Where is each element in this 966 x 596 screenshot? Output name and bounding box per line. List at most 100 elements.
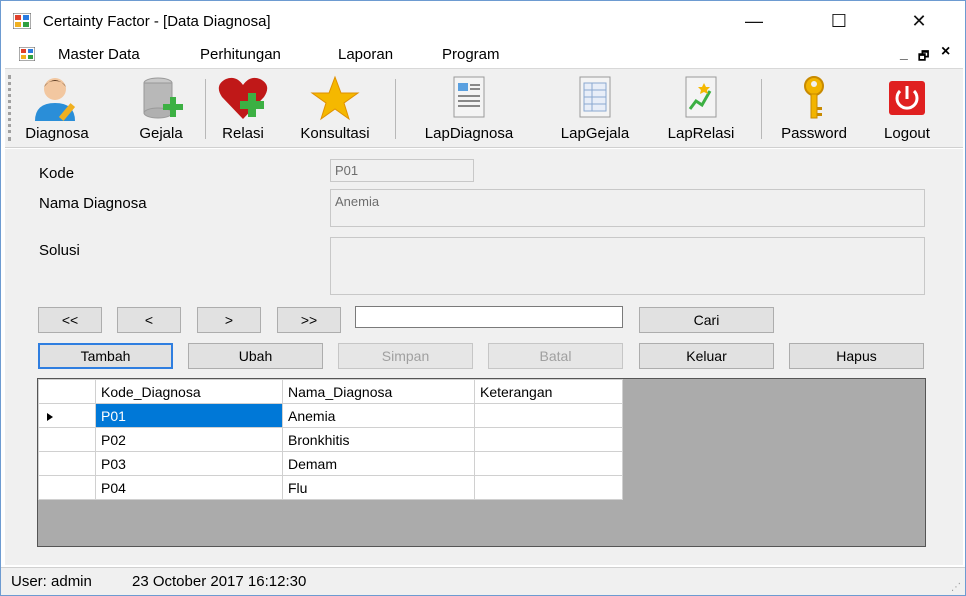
- report-icon: [453, 76, 485, 118]
- toolbar-diagnosa-label: Diagnosa: [25, 125, 89, 142]
- menu-master-data[interactable]: Master Data: [58, 46, 140, 63]
- toolbar-gejala-label: Gejala: [139, 125, 183, 142]
- key-icon: [804, 76, 824, 119]
- close-icon: ✕: [911, 11, 927, 31]
- minimize-icon: —: [745, 11, 763, 31]
- grid-cell-keterangan[interactable]: [474, 427, 623, 452]
- title-bar[interactable]: Certainty Factor - [Data Diagnosa] — ☐ ✕: [1, 1, 965, 43]
- solusi-label: Solusi: [39, 242, 80, 259]
- power-icon: [889, 81, 925, 115]
- status-user: User: admin: [11, 573, 92, 590]
- grid-cell-kode[interactable]: P03: [95, 451, 283, 476]
- status-datetime: 23 October 2017 16:12:30: [132, 573, 307, 590]
- minimize-button[interactable]: —: [731, 1, 777, 43]
- search-input[interactable]: [355, 306, 623, 328]
- mdi-restore-icon[interactable]: 🗗: [918, 47, 929, 68]
- ubah-button[interactable]: Ubah: [188, 343, 323, 369]
- menu-program[interactable]: Program: [442, 46, 500, 63]
- toolbar-relasi-button[interactable]: Relasi: [213, 75, 273, 145]
- mdi-close-icon[interactable]: ×: [941, 43, 950, 61]
- row-header[interactable]: [38, 403, 96, 428]
- grid-cell-nama[interactable]: Bronkhitis: [282, 427, 475, 452]
- grid-header-row: Kode_Diagnosa Nama_Diagnosa Keterangan: [38, 379, 623, 404]
- close-button[interactable]: ✕: [896, 1, 942, 43]
- chart-report-icon: [685, 76, 717, 118]
- grid-cell-nama[interactable]: Anemia: [282, 403, 475, 428]
- table-row[interactable]: P02 Bronkhitis: [38, 427, 623, 452]
- diagnosa-grid[interactable]: Kode_Diagnosa Nama_Diagnosa Keterangan P…: [37, 378, 926, 547]
- toolbar-lapgejala-button[interactable]: LapGejala: [545, 75, 645, 145]
- user-edit-icon: [35, 78, 76, 121]
- app-window-icon: [13, 13, 31, 29]
- resize-grip-icon[interactable]: ⋰: [951, 582, 961, 593]
- toolbar-laprelasi-button[interactable]: LapRelasi: [655, 75, 747, 145]
- grid-cell-keterangan[interactable]: [474, 475, 623, 500]
- nama-diagnosa-field[interactable]: Anemia: [330, 189, 925, 227]
- column-header-kode[interactable]: Kode_Diagnosa: [95, 379, 283, 404]
- first-record-button[interactable]: <<: [38, 307, 102, 333]
- tambah-button[interactable]: Tambah: [38, 343, 173, 369]
- toolbar-konsultasi-button[interactable]: Konsultasi: [287, 75, 383, 145]
- toolbar-lapdiagnosa-button[interactable]: LapDiagnosa: [405, 75, 533, 145]
- kode-field[interactable]: P01: [330, 159, 474, 182]
- prev-record-button[interactable]: <: [117, 307, 181, 333]
- grid-cell-keterangan[interactable]: [474, 451, 623, 476]
- last-record-button[interactable]: >>: [277, 307, 341, 333]
- toolbar-password-label: Password: [781, 125, 847, 142]
- toolbar-grip[interactable]: [8, 75, 11, 141]
- column-header-keterangan[interactable]: Keterangan: [474, 379, 623, 404]
- table-row[interactable]: P01 Anemia: [38, 403, 623, 428]
- grid-cell-nama[interactable]: Demam: [282, 451, 475, 476]
- table-row[interactable]: P04 Flu: [38, 475, 623, 500]
- toolbar-diagnosa-button[interactable]: Diagnosa: [25, 75, 89, 145]
- maximize-icon: ☐: [830, 11, 848, 31]
- grid-table: Kode_Diagnosa Nama_Diagnosa Keterangan P…: [38, 379, 623, 500]
- maximize-button[interactable]: ☐: [816, 1, 862, 43]
- app-window: Certainty Factor - [Data Diagnosa] — ☐ ✕…: [0, 0, 966, 596]
- menu-laporan[interactable]: Laporan: [338, 46, 393, 63]
- simpan-button[interactable]: Simpan: [338, 343, 473, 369]
- row-header-corner[interactable]: [38, 379, 96, 404]
- mdi-minimize-icon[interactable]: _: [900, 45, 908, 61]
- hapus-button[interactable]: Hapus: [789, 343, 924, 369]
- toolbar: Diagnosa Gejala Relasi Konsultasi LapDia…: [5, 68, 963, 148]
- diagnosa-form: Kode P01 Nama Diagnosa Anemia Solusi << …: [5, 149, 963, 565]
- toolbar-laprelasi-label: LapRelasi: [667, 125, 735, 142]
- status-bar: User: admin 23 October 2017 16:12:30 ⋰: [1, 567, 965, 595]
- toolbar-logout-label: Logout: [884, 125, 930, 142]
- kode-label: Kode: [39, 165, 75, 182]
- mdi-child-icon[interactable]: [19, 47, 35, 61]
- toolbar-password-button[interactable]: Password: [769, 75, 859, 145]
- grid-cell-kode[interactable]: P04: [95, 475, 283, 500]
- table-report-icon: [579, 76, 611, 118]
- row-header[interactable]: [38, 427, 96, 452]
- menu-perhitungan[interactable]: Perhitungan: [200, 46, 281, 63]
- toolbar-logout-button[interactable]: Logout: [871, 75, 943, 145]
- current-row-arrow-icon: [47, 412, 53, 421]
- row-header[interactable]: [38, 451, 96, 476]
- grid-cell-keterangan[interactable]: [474, 403, 623, 428]
- nama-diagnosa-label: Nama Diagnosa: [39, 195, 147, 212]
- toolbar-separator: [395, 79, 396, 139]
- toolbar-lapdiagnosa-label: LapDiagnosa: [424, 125, 514, 142]
- grid-cell-kode[interactable]: P01: [95, 403, 283, 428]
- row-header[interactable]: [38, 475, 96, 500]
- grid-cell-nama[interactable]: Flu: [282, 475, 475, 500]
- toolbar-gejala-button[interactable]: Gejala: [129, 75, 193, 145]
- toolbar-konsultasi-label: Konsultasi: [300, 125, 370, 142]
- toolbar-separator: [761, 79, 762, 139]
- next-record-button[interactable]: >: [197, 307, 261, 333]
- menu-bar: Master Data Perhitungan Laporan Program …: [1, 43, 965, 67]
- grid-cell-kode[interactable]: P02: [95, 427, 283, 452]
- batal-button[interactable]: Batal: [488, 343, 623, 369]
- cari-button[interactable]: Cari: [639, 307, 774, 333]
- keluar-button[interactable]: Keluar: [639, 343, 774, 369]
- window-title: Certainty Factor - [Data Diagnosa]: [43, 13, 271, 30]
- toolbar-lapgejala-label: LapGejala: [560, 125, 630, 142]
- solusi-field[interactable]: [330, 237, 925, 295]
- heart-add-icon: [218, 77, 268, 119]
- column-header-nama[interactable]: Nama_Diagnosa: [282, 379, 475, 404]
- table-row[interactable]: P03 Demam: [38, 451, 623, 476]
- star-icon: [310, 75, 360, 121]
- database-add-icon: [143, 77, 183, 119]
